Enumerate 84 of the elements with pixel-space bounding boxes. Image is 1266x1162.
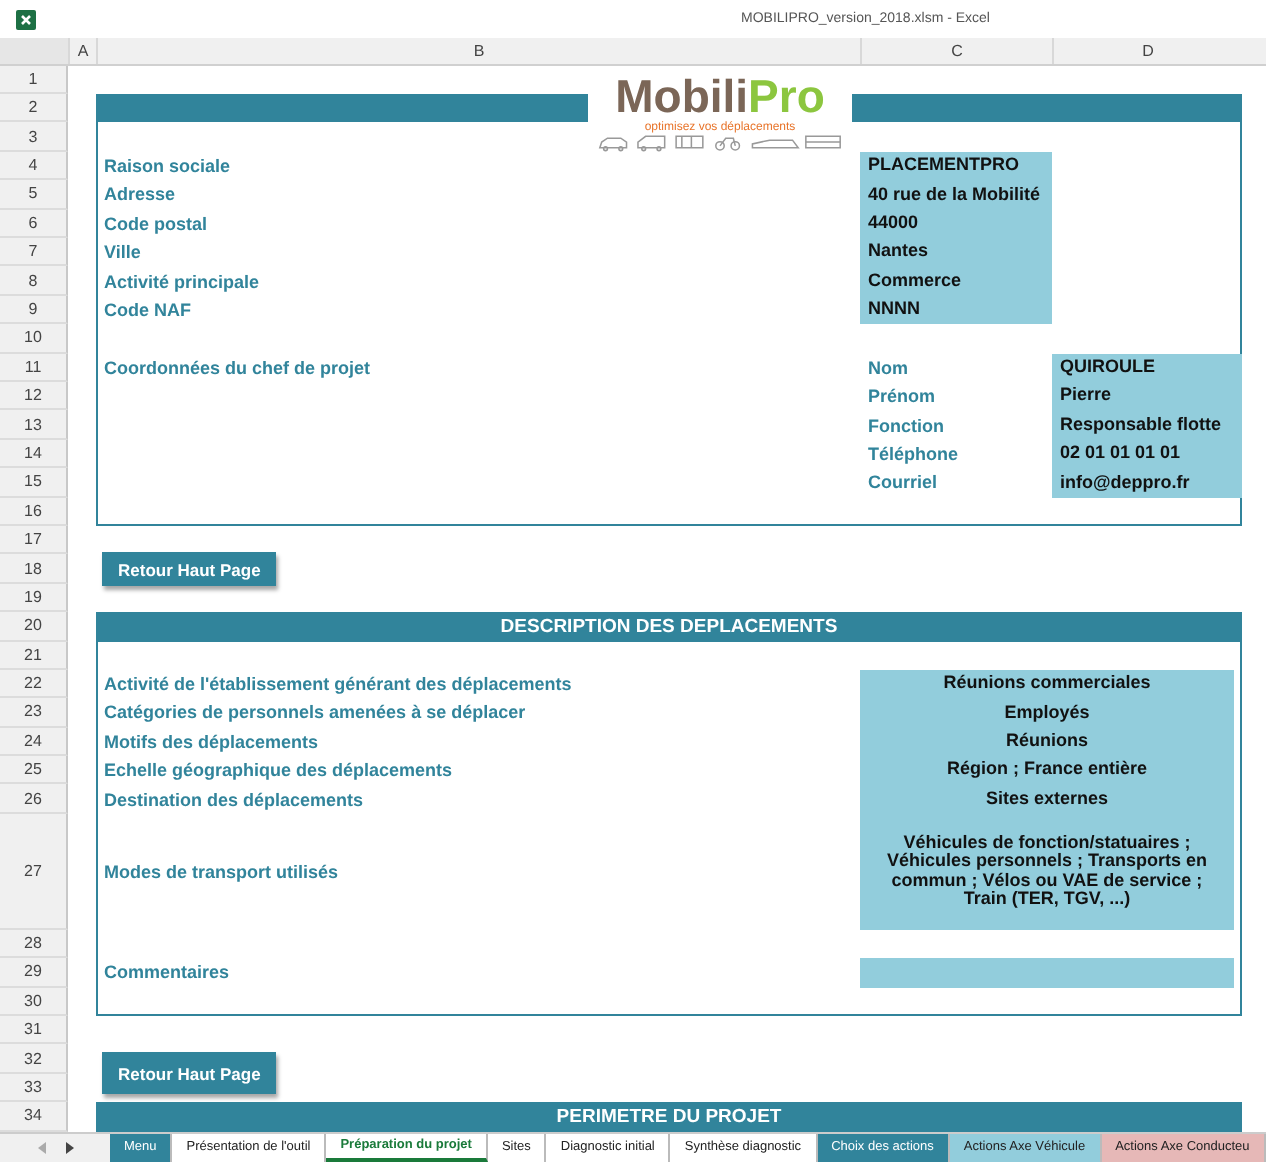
field-label: Motifs des déplacements [102,729,321,756]
field-value: Responsable flotte [1052,410,1242,440]
field-value: PLACEMENTPRO [860,151,1052,181]
row-header[interactable]: 17 [0,525,68,555]
logo-text: Pro [748,69,825,122]
field-value: info@deppro.fr [1052,468,1242,498]
field-value: Employés [860,698,1234,728]
section-label: Coordonnées du chef de projet [102,355,373,382]
excel-icon [16,9,36,30]
field-label: Ville [102,240,143,267]
field-label: Courriel [866,470,940,497]
field-label: Fonction [866,413,946,440]
previous-icon[interactable] [37,1141,45,1154]
field-label: Code postal [102,211,210,238]
field-value: Réunions [860,727,1234,757]
column-header[interactable]: B [96,38,860,64]
row-header[interactable]: 21 [0,641,68,670]
row-header[interactable]: 9 [0,295,68,325]
column-header[interactable]: A [68,38,96,64]
field-value: 40 rue de la Mobilité [860,180,1052,210]
row-header[interactable]: 30 [0,987,68,1017]
field-label: Catégories de personnels amenées à se déplacer [102,700,528,727]
row-header[interactable]: 8 [0,266,68,296]
field-label: Code NAF [102,298,193,325]
next-icon[interactable] [65,1141,73,1154]
row-header[interactable]: 26 [0,784,68,814]
back-to-top-button[interactable]: Retour Haut Page [102,552,277,587]
row-header[interactable]: 24 [0,727,68,757]
field-value: Sites externes [860,784,1234,814]
field-value: 02 01 01 01 01 [1052,439,1242,469]
row-header[interactable]: 3 [0,122,68,152]
row-header[interactable]: 28 [0,929,68,959]
field-value: NNNN [860,295,1052,325]
field-value: Nantes [860,238,1052,267]
row-header[interactable]: 11 [0,353,68,382]
field-value: Véhicules de fonction/statuaires ; Véhicules personnels ; Transports en commun ; Vélos ou VAE de service ; Train (TER, TGV, ...) [860,813,1234,930]
field-value: Pierre [1052,382,1242,411]
row-header[interactable]: 14 [0,439,68,469]
row-header[interactable]: 4 [0,151,68,181]
row-header[interactable]: 7 [0,238,68,267]
field-label: Activité de l'établissement générant des déplacements [102,672,574,699]
row-header[interactable]: 5 [0,180,68,210]
column-header[interactable]: C [860,38,1052,64]
column-header[interactable]: D [1052,38,1242,64]
row-header[interactable]: 23 [0,698,68,728]
field-label: Destination des déplacements [102,787,366,814]
field-label: Commentaires [102,960,232,987]
row-header[interactable]: 2 [0,94,68,123]
section-header: DESCRIPTION DES DEPLACEMENTS [96,612,1242,642]
row-header[interactable]: 34 [0,1102,68,1132]
field-label: Nom [866,355,910,382]
field-label: Téléphone [866,441,961,468]
field-value: Région ; France entière [860,756,1234,785]
field-value: 44000 [860,209,1052,239]
row-header[interactable]: 29 [0,958,68,988]
row-header[interactable]: 32 [0,1044,68,1074]
field-label: Prénom [866,384,938,411]
field-value: QUIROULE [1052,353,1242,382]
field-label: Raison sociale [102,154,233,181]
field-label: Activité principale [102,269,262,296]
row-header[interactable]: 13 [0,410,68,440]
row-header[interactable]: 25 [0,756,68,785]
back-to-top-button[interactable]: Retour Haut Page [102,1052,277,1095]
row-header[interactable]: 22 [0,669,68,699]
field-label: Modes de transport utilisés [102,859,341,886]
row-header[interactable]: 1 [0,65,68,95]
row-header[interactable]: 33 [0,1073,68,1103]
section-header: PERIMETRE DU PROJET [96,1102,1242,1132]
row-header[interactable]: 16 [0,497,68,526]
field-value: Réunions commerciales [860,669,1234,699]
row-header[interactable]: 27 [0,813,68,930]
logo-text: Mobili [615,69,749,122]
field-value: Commerce [860,266,1052,296]
field-label: Echelle géographique des déplacements [102,758,455,785]
field-label: Adresse [102,182,178,209]
row-header[interactable]: 20 [0,612,68,642]
row-header[interactable]: 12 [0,382,68,411]
row-header[interactable]: 31 [0,1016,68,1045]
comment-field[interactable] [860,958,1234,988]
row-header[interactable]: 19 [0,583,68,613]
row-header[interactable]: 18 [0,554,68,584]
row-header[interactable]: 15 [0,468,68,498]
row-header[interactable]: 10 [0,324,68,354]
row-header[interactable]: 6 [0,209,68,239]
